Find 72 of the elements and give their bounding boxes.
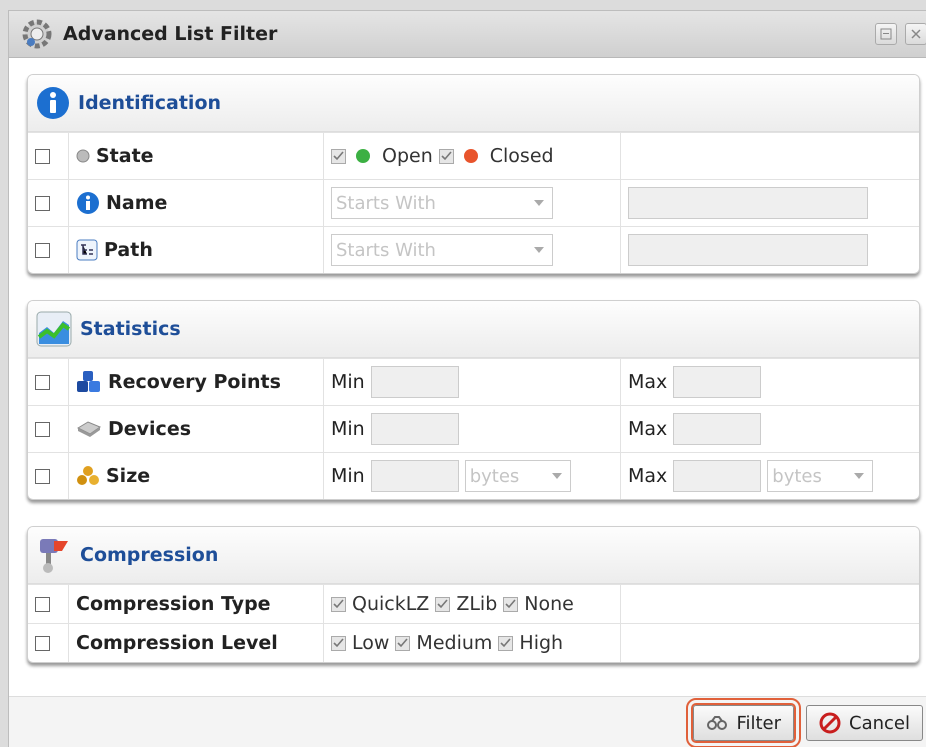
checkbox[interactable] — [438, 148, 454, 164]
option-label: Open — [382, 145, 433, 167]
checkbox[interactable] — [331, 636, 346, 650]
close-button[interactable] — [905, 23, 926, 45]
cubes-icon — [76, 370, 102, 394]
section-title: Statistics — [80, 318, 181, 340]
checkbox[interactable] — [35, 374, 50, 390]
tree-icon — [76, 239, 98, 261]
checkbox[interactable] — [35, 242, 50, 258]
filter-label: Compression Type — [76, 593, 271, 615]
filter-label: Recovery Points — [108, 371, 281, 393]
section-title: Identification — [78, 92, 222, 114]
operator-dropdown[interactable]: Starts With — [331, 187, 553, 219]
caret-icon — [552, 473, 562, 479]
filter-label: Devices — [108, 418, 192, 440]
value-field[interactable] — [628, 234, 868, 266]
unit-dropdown[interactable]: bytes — [464, 460, 571, 492]
option-label: ZLib — [456, 593, 498, 615]
checkbox[interactable] — [331, 148, 346, 164]
max-label: Max — [628, 465, 668, 487]
min-field[interactable] — [370, 460, 459, 492]
checkbox[interactable] — [35, 468, 50, 484]
checkbox[interactable] — [498, 636, 514, 650]
option-label: None — [524, 593, 574, 615]
operator-dropdown[interactable]: Starts With — [331, 234, 553, 266]
window-title: Advanced List Filter — [63, 23, 278, 45]
unit-dropdown[interactable]: bytes — [767, 460, 874, 492]
min-label: Min — [331, 465, 365, 487]
max-field[interactable] — [673, 366, 762, 398]
restore-button[interactable] — [875, 23, 897, 45]
checkbox[interactable] — [35, 636, 50, 650]
info-icon — [36, 86, 70, 120]
chart-icon — [36, 311, 72, 347]
cancel-icon — [819, 712, 842, 734]
caret-icon — [534, 247, 544, 253]
checkbox[interactable] — [35, 596, 50, 612]
binoculars-icon — [706, 716, 728, 730]
max-field[interactable] — [673, 460, 762, 492]
option-label: QuickLZ — [352, 593, 430, 615]
close-icon — [911, 29, 921, 39]
filter-label: State — [96, 145, 154, 167]
min-field[interactable] — [370, 413, 459, 445]
filter-label: Size — [106, 465, 150, 487]
option-label: Medium — [416, 632, 492, 654]
caret-icon — [534, 200, 544, 206]
checkbox[interactable] — [35, 196, 50, 210]
option-label: Closed — [490, 145, 554, 167]
checkbox[interactable] — [395, 636, 410, 650]
status-dot-icon — [76, 149, 90, 163]
checkbox[interactable] — [331, 596, 346, 612]
caret-icon — [854, 473, 864, 479]
restore-icon — [880, 28, 892, 40]
coins-icon — [76, 465, 100, 487]
min-label: Min — [331, 418, 365, 440]
filter-label: Compression Level — [76, 632, 278, 654]
info-icon — [76, 191, 100, 215]
max-field[interactable] — [673, 413, 762, 445]
checkbox[interactable] — [35, 422, 50, 436]
filter-label: Path — [104, 239, 153, 261]
option-label: Low — [352, 632, 390, 654]
value-field[interactable] — [628, 187, 868, 219]
checkbox[interactable] — [503, 596, 518, 612]
section-title: Compression — [80, 544, 218, 566]
option-label: High — [519, 632, 564, 654]
filter-label: Name — [106, 192, 168, 214]
max-label: Max — [628, 371, 668, 393]
max-label: Max — [628, 418, 668, 440]
min-field[interactable] — [370, 366, 459, 398]
checkbox[interactable] — [35, 148, 50, 164]
cancel-button[interactable]: Cancel — [806, 705, 923, 741]
min-label: Min — [331, 371, 365, 393]
checkbox[interactable] — [435, 596, 450, 612]
